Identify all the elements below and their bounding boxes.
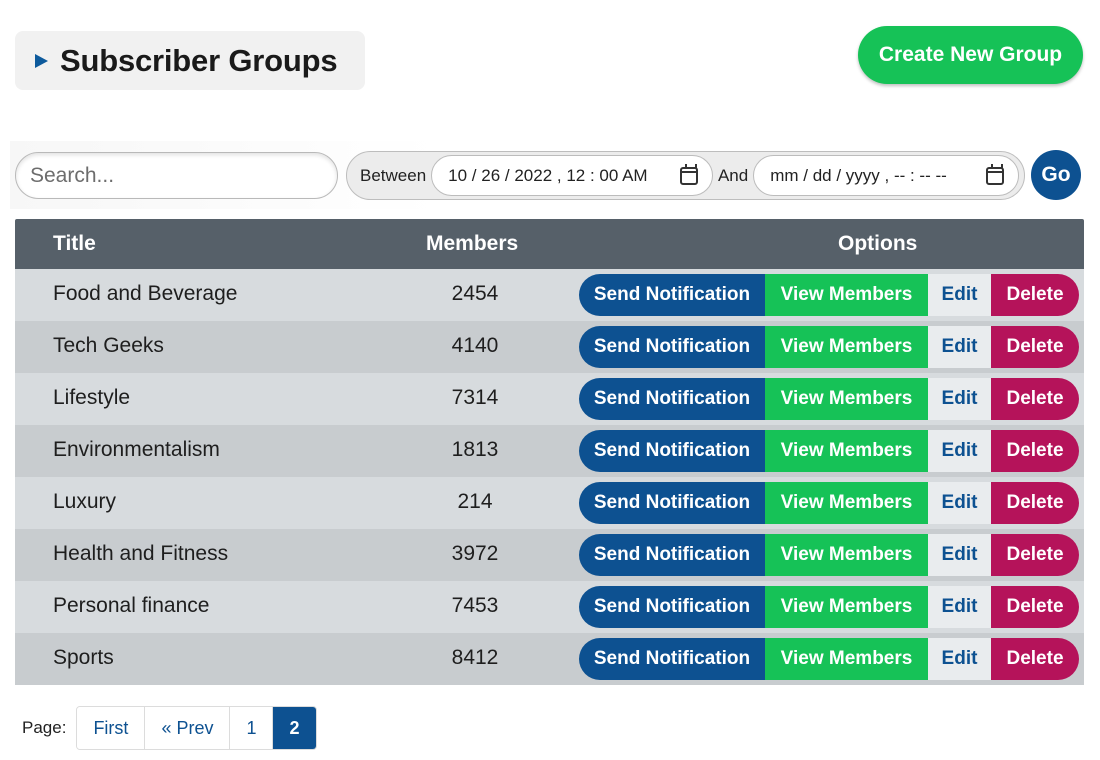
column-header-options: Options <box>838 232 918 255</box>
send-notification-button[interactable]: Send Notification <box>579 430 765 472</box>
create-new-group-button[interactable]: Create New Group <box>858 26 1083 84</box>
row-options: Send Notification View Members Edit Delete <box>579 274 1079 316</box>
view-members-button[interactable]: View Members <box>765 638 928 680</box>
send-notification-button[interactable]: Send Notification <box>579 378 765 420</box>
table-row: Lifestyle 7314 Send Notification View Membe… <box>15 373 1084 425</box>
view-members-button[interactable]: View Members <box>765 378 928 420</box>
between-label: Between <box>360 165 427 185</box>
delete-button[interactable]: Delete <box>991 326 1079 368</box>
page-title: Subscriber Groups <box>60 42 338 78</box>
delete-button[interactable]: Delete <box>991 430 1079 472</box>
send-notification-button[interactable]: Send Notification <box>579 482 765 524</box>
page-header: Subscriber Groups <box>15 31 365 90</box>
table-row: Sports 8412 Send Notification View Members E… <box>15 633 1084 685</box>
group-title: Tech Geeks <box>53 334 164 357</box>
edit-button[interactable]: Edit <box>928 378 991 420</box>
group-title: Lifestyle <box>53 386 131 409</box>
table-header: Title Members Options <box>15 219 1084 269</box>
edit-button[interactable]: Edit <box>928 534 991 576</box>
start-datetime-value: 10 / 26 / 2022 , 12 : 00 AM <box>448 165 648 185</box>
table-row: Health and Fitness 3972 Send Notification V… <box>15 529 1084 581</box>
view-members-button[interactable]: View Members <box>765 534 928 576</box>
table-row: Food and Beverage 2454 Send Notification Vi… <box>15 269 1084 321</box>
delete-button[interactable]: Delete <box>991 586 1079 628</box>
view-members-button[interactable]: View Members <box>765 430 928 472</box>
send-notification-button[interactable]: Send Notification <box>579 638 765 680</box>
and-label: And <box>717 165 749 185</box>
row-options: Send Notification View Members Edit Delete <box>579 638 1079 680</box>
send-notification-button[interactable]: Send Notification <box>579 274 765 316</box>
group-title: Sports <box>53 646 114 669</box>
edit-button[interactable]: Edit <box>928 586 991 628</box>
edit-button[interactable]: Edit <box>928 482 991 524</box>
calendar-icon[interactable] <box>986 163 1004 185</box>
end-datetime-placeholder: mm / dd / yyyy , -- : -- -- <box>770 165 947 185</box>
page-link[interactable]: « Prev <box>145 707 231 749</box>
page-link[interactable]: First <box>77 707 146 749</box>
row-options: Send Notification View Members Edit Delete <box>579 378 1079 420</box>
pagination: Page: First « Prev 1 2 <box>22 706 317 750</box>
page-link[interactable]: 1 <box>230 707 274 749</box>
page-label: Page: <box>22 718 67 737</box>
view-members-button[interactable]: View Members <box>765 274 928 316</box>
view-members-button[interactable]: View Members <box>765 586 928 628</box>
view-members-button[interactable]: View Members <box>765 326 928 368</box>
table-row: Tech Geeks 4140 Send Notification View Memb… <box>15 321 1084 373</box>
group-title: Personal finance <box>53 594 210 617</box>
table-row: Environmentalism 1813 Send Notification Vie… <box>15 425 1084 477</box>
row-options: Send Notification View Members Edit Delete <box>579 326 1079 368</box>
group-title: Food and Beverage <box>53 282 238 305</box>
row-options: Send Notification View Members Edit Delete <box>579 534 1079 576</box>
group-title: Luxury <box>53 490 117 513</box>
group-title: Environmentalism <box>53 438 220 461</box>
send-notification-button[interactable]: Send Notification <box>579 534 765 576</box>
calendar-icon[interactable] <box>679 163 698 185</box>
delete-button[interactable]: Delete <box>991 274 1079 316</box>
column-header-title: Title <box>53 232 96 255</box>
pager: First « Prev 1 2 <box>76 706 317 750</box>
member-count: 7314 <box>451 386 499 409</box>
row-options: Send Notification View Members Edit Delete <box>579 586 1079 628</box>
search-input[interactable] <box>15 152 338 199</box>
member-count: 8412 <box>451 646 499 669</box>
table-row: Personal finance 7453 Send Notification Vie… <box>15 581 1084 633</box>
edit-button[interactable]: Edit <box>928 430 991 472</box>
groups-table: Title Members Options Food and Beverage 2… <box>15 219 1084 685</box>
member-count: 4140 <box>451 334 499 357</box>
edit-button[interactable]: Edit <box>928 638 991 680</box>
member-count: 7453 <box>451 594 499 617</box>
row-options: Send Notification View Members Edit Delete <box>579 482 1079 524</box>
member-count: 3972 <box>451 542 499 565</box>
table-row: Luxury 214 Send Notification View Members Ed… <box>15 477 1084 529</box>
go-button[interactable]: Go <box>1031 150 1081 200</box>
member-count: 2454 <box>451 282 499 305</box>
row-options: Send Notification View Members Edit Delete <box>579 430 1079 472</box>
delete-button[interactable]: Delete <box>991 378 1079 420</box>
delete-button[interactable]: Delete <box>991 534 1079 576</box>
delete-button[interactable]: Delete <box>991 482 1079 524</box>
table-body: Food and Beverage 2454 Send Notification Vi… <box>15 269 1084 685</box>
start-datetime-input[interactable]: 10 / 26 / 2022 , 12 : 00 AM <box>431 155 713 196</box>
end-datetime-input[interactable]: mm / dd / yyyy , -- : -- -- <box>753 155 1019 196</box>
member-count: 214 <box>457 490 493 513</box>
member-count: 1813 <box>451 438 499 461</box>
play-triangle-icon <box>35 53 48 68</box>
page-link[interactable]: 2 <box>273 707 316 749</box>
send-notification-button[interactable]: Send Notification <box>579 586 765 628</box>
group-title: Health and Fitness <box>53 542 229 565</box>
view-members-button[interactable]: View Members <box>765 482 928 524</box>
date-range-filter: Between 10 / 26 / 2022 , 12 : 00 AM And … <box>346 151 1025 200</box>
delete-button[interactable]: Delete <box>991 638 1079 680</box>
edit-button[interactable]: Edit <box>928 326 991 368</box>
edit-button[interactable]: Edit <box>928 274 991 316</box>
send-notification-button[interactable]: Send Notification <box>579 326 765 368</box>
column-header-members: Members <box>426 232 519 255</box>
